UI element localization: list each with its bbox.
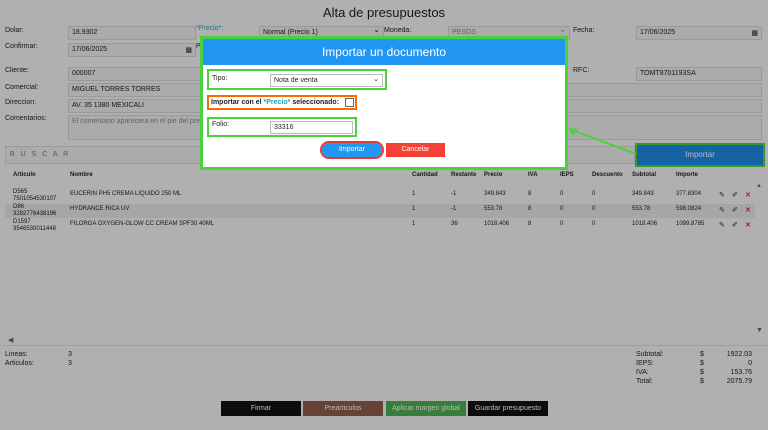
tipo-label: Tipo:: [212, 75, 228, 82]
importar-precio-highlight: *Precio*: [263, 99, 291, 106]
import-document-modal: Importar un documento Tipo: Nota de vent…: [200, 36, 568, 170]
importar-precio-prefix: Importar con el: [211, 99, 262, 106]
folio-label: Folio:: [212, 121, 230, 128]
modal-title: Importar un documento: [203, 39, 565, 65]
importar-button[interactable]: Importar: [320, 141, 384, 159]
tipo-value: Nota de venta: [274, 77, 318, 84]
cancelar-button[interactable]: Cancelar: [386, 143, 445, 157]
importar-precio-label: Importar con el *Precio* seleccionado:: [211, 99, 339, 106]
folio-input[interactable]: 33316: [270, 121, 353, 134]
importar-precio-checkbox[interactable]: [345, 98, 354, 107]
tipo-select[interactable]: Nota de venta ⌄: [270, 74, 383, 87]
importar-precio-suffix: seleccionado:: [292, 99, 340, 106]
annotation-arrow: [568, 128, 637, 155]
chevron-down-icon: ⌄: [373, 76, 379, 83]
